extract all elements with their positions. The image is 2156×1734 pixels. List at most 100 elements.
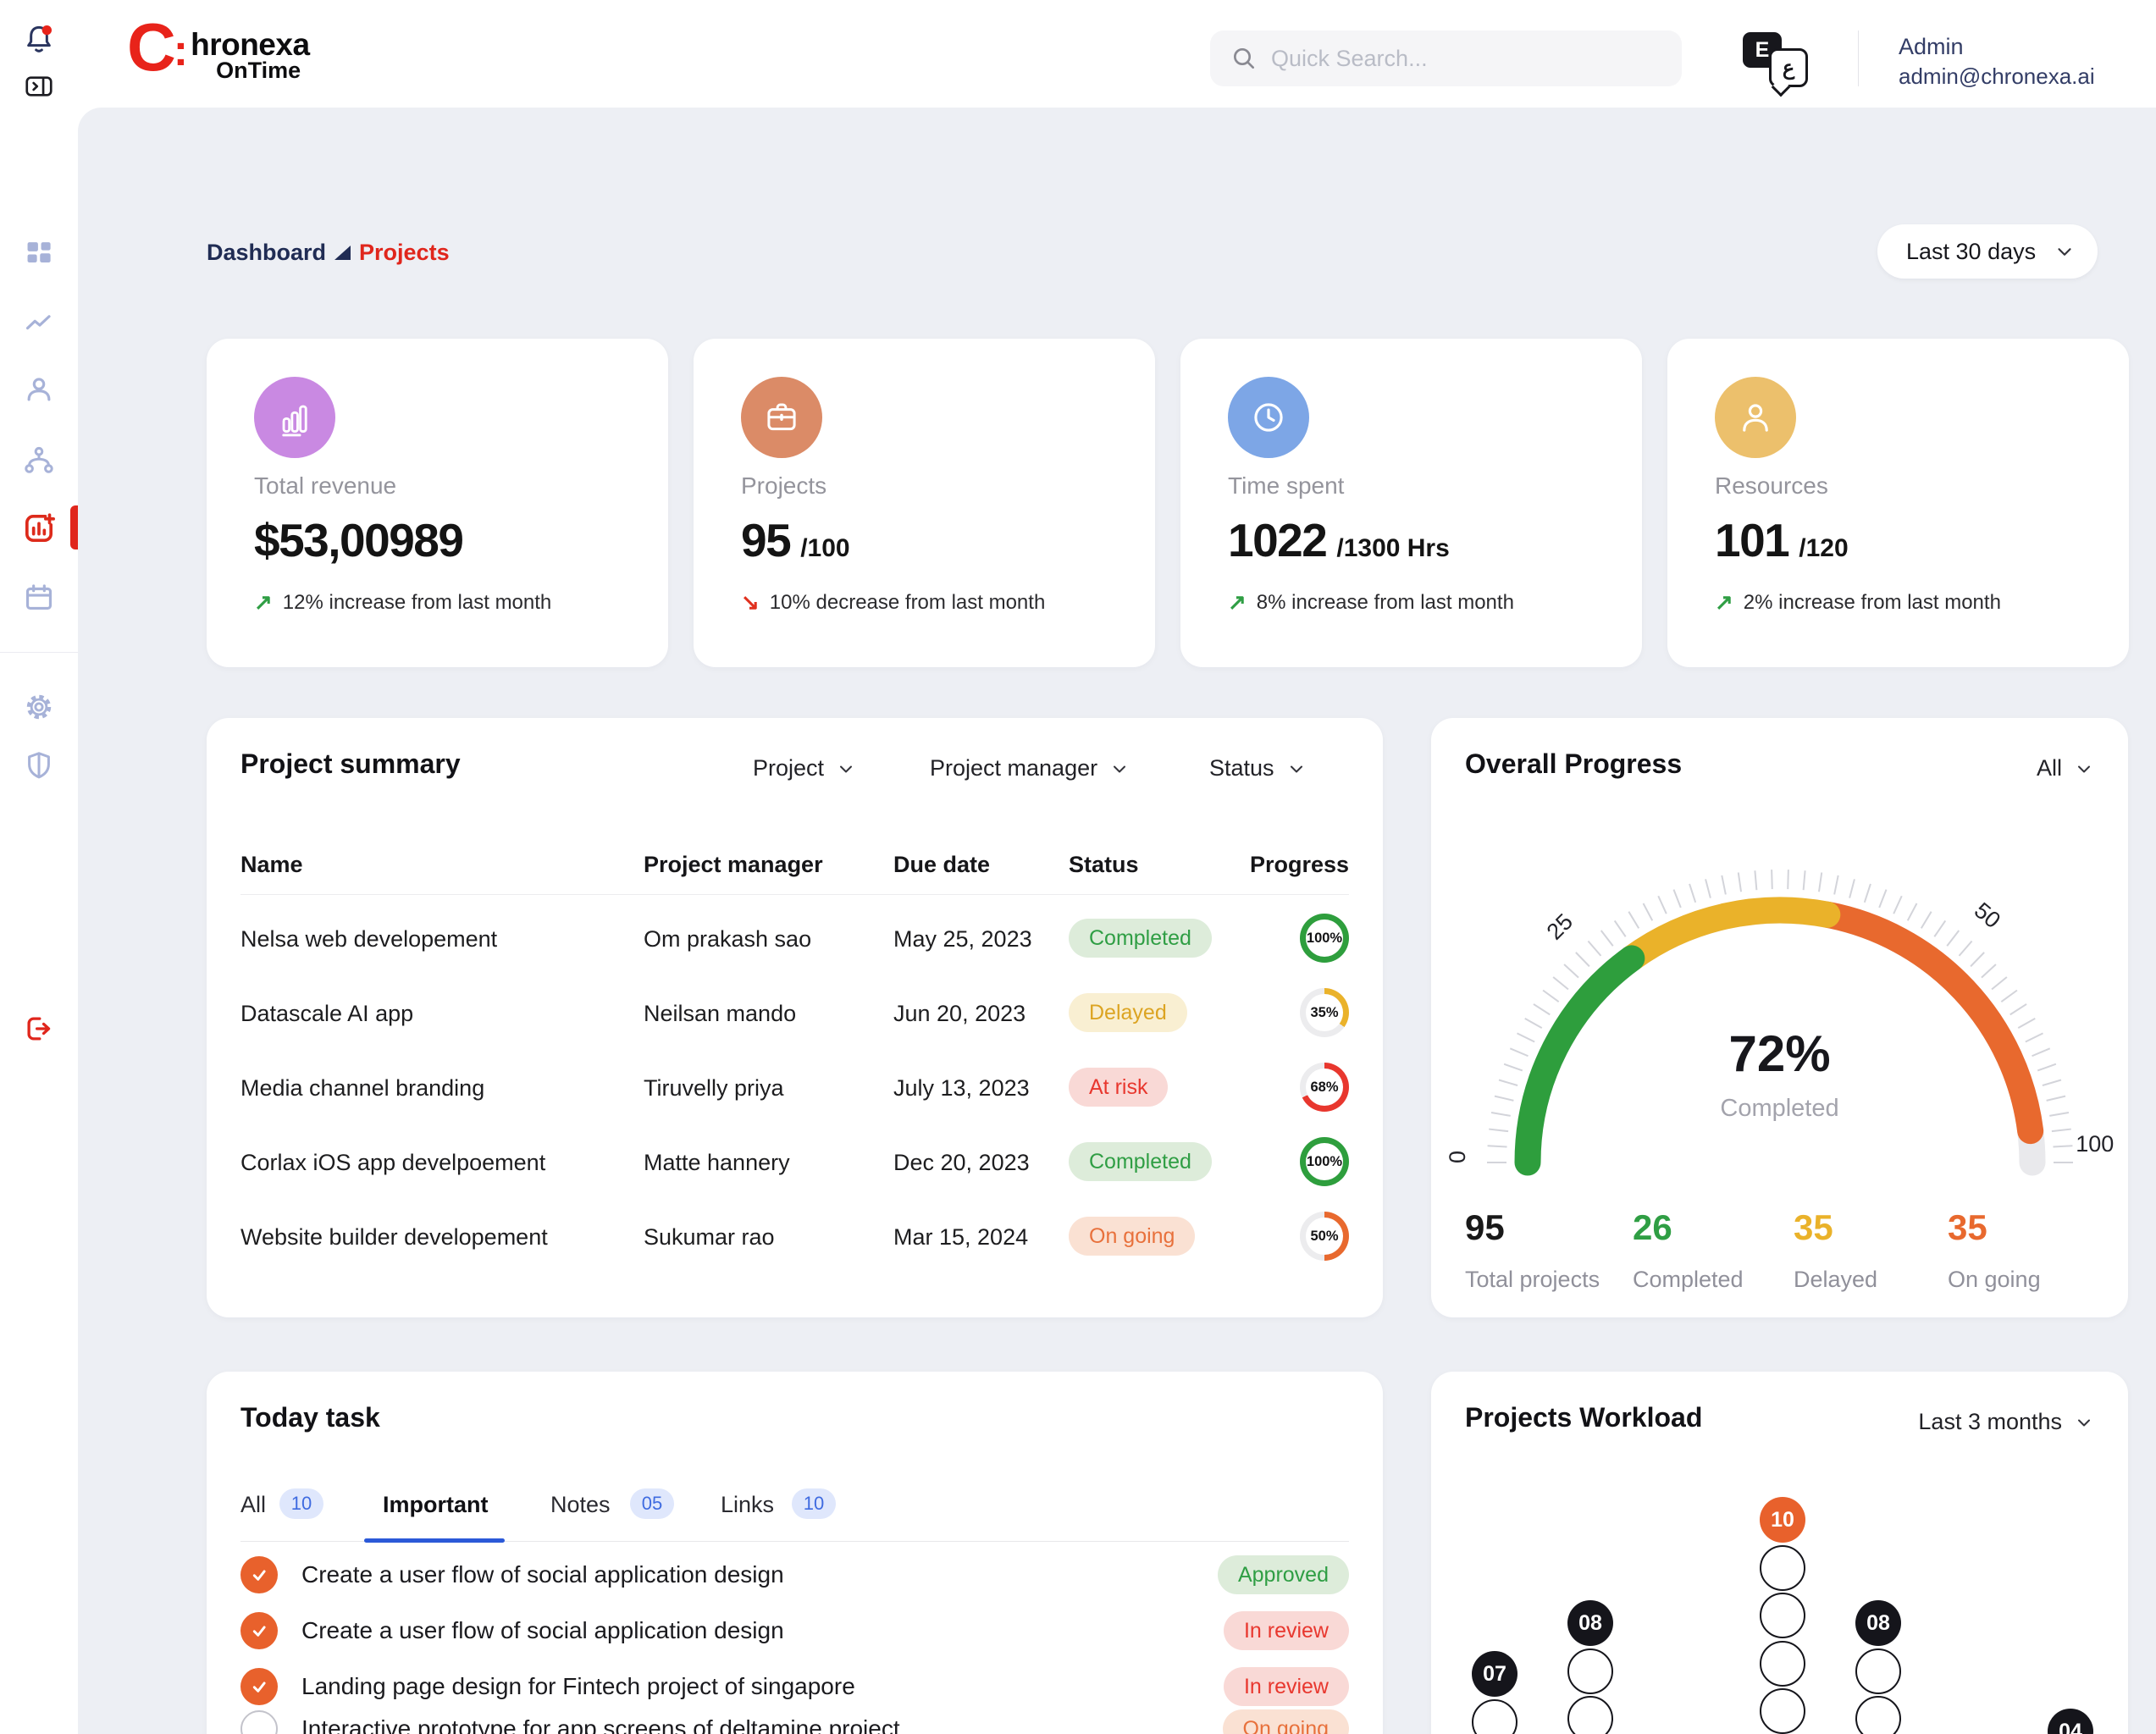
chevron-down-icon [2054,240,2076,262]
period-filter-dropdown[interactable]: Last 30 days [1877,224,2098,279]
briefcase-icon [762,398,801,437]
sidebar-item-analytics[interactable] [0,305,78,342]
language-switcher[interactable]: E ع [1743,30,1816,91]
task-checkbox[interactable] [240,1668,278,1705]
workload-bubble-value: 08 [1855,1600,1901,1646]
person-icon [23,373,55,406]
stat-suffix: /120 [1799,534,1848,563]
sidebar-item-dashboard[interactable] [0,234,78,271]
sidebar-item-add-report-active[interactable] [0,510,78,547]
sidebar-item-calendar[interactable] [0,578,78,616]
chevron-down-icon [836,759,856,779]
person-icon [1736,398,1775,437]
overall-stat-label: Total projects [1465,1267,1600,1293]
tab-all[interactable]: All [240,1492,266,1518]
gauge-value-label: Completed [1431,1095,2128,1123]
sidebar [0,0,78,1734]
status-badge: At risk [1069,1068,1168,1107]
filter-project[interactable]: Project [753,755,856,781]
stat-card-projects: Projects 95 /100 ↘ 10% decrease from las… [694,339,1155,667]
workload-bubble-value: 08 [1567,1600,1613,1646]
overall-progress-title: Overall Progress [1465,748,1682,780]
shield-icon [23,749,55,781]
svg-text:25: 25 [1542,908,1578,944]
stat-label: Resources [1715,472,1828,500]
stat-value: 101 [1715,513,1788,567]
user-info[interactable]: Admin admin@chronexa.ai [1899,32,2095,91]
collapse-panel-icon [23,70,55,102]
stat-value: 1022 [1228,513,1326,567]
overall-stat-value: 35 [1948,1207,1987,1248]
task-checkbox[interactable] [240,1710,278,1734]
overall-stat-label: Completed [1633,1267,1744,1293]
active-tab-indicator [364,1538,505,1543]
stat-label: Total revenue [254,472,396,500]
collapse-sidebar-button[interactable] [0,68,78,105]
progress-ring: 68% [1300,1063,1349,1112]
svg-text:100: 100 [2076,1131,2114,1157]
active-item-indicator [70,505,78,549]
search-input[interactable] [1271,46,1661,72]
tab-notes-count[interactable]: 05 [630,1488,674,1519]
workload-bubble [1760,1641,1805,1687]
chevron-down-icon [1286,759,1307,779]
tab-links[interactable]: Links [721,1492,774,1518]
workload-bubble [1760,1545,1805,1591]
trend-line-icon [23,307,55,340]
status-badge: Delayed [1069,993,1187,1032]
workload-bubble-value: 07 [1472,1651,1517,1697]
today-task-title: Today task [240,1402,380,1433]
sidebar-item-security[interactable] [0,747,78,784]
tab-all-count[interactable]: 10 [279,1488,323,1519]
notifications-button[interactable] [0,21,78,58]
overall-progress-card: Overall Progress All 0 25 50 100 72% Comple… [1431,718,2128,1317]
check-icon [248,1676,270,1698]
breadcrumb-dashboard[interactable]: Dashboard [207,240,326,266]
filter-status[interactable]: Status [1209,755,1307,781]
workload-bubble [1760,1688,1805,1734]
svg-text:50: 50 [1970,897,2005,933]
sidebar-divider [0,652,78,653]
progress-ring: 100% [1300,1137,1349,1186]
tab-notes[interactable]: Notes [550,1492,611,1518]
filter-project-manager[interactable]: Project manager [930,755,1130,781]
sidebar-item-settings[interactable] [0,688,78,726]
sidebar-item-hierarchy[interactable] [0,442,78,479]
user-name: Admin [1899,32,2095,62]
workload-bubble-value: 10 [1760,1497,1805,1543]
gear-icon [23,691,55,723]
table-header-divider [240,894,1349,895]
workload-bubble [1567,1648,1613,1694]
overall-stat-value: 26 [1633,1207,1672,1248]
workload-bubble-value: 04 [2048,1709,2093,1734]
clock-icon [1249,398,1288,437]
gauge-value: 72% [1431,1024,2128,1083]
logout-button[interactable] [0,1010,78,1047]
task-text: Create a user flow of social application… [301,1561,784,1588]
workload-bubble [1567,1696,1613,1734]
app-logo[interactable]: C : hronexa OnTime [127,19,310,82]
task-checkbox[interactable] [240,1556,278,1593]
workload-bubble [1472,1699,1517,1734]
svg-text:0: 0 [1445,1151,1470,1163]
stat-card-resources: Resources 101 /120 ↗ 2% increase from la… [1667,339,2129,667]
overall-filter-dropdown[interactable]: All [2037,755,2094,781]
trend-arrow-icon: ↗ [1228,589,1247,616]
status-badge: On going [1223,1709,1349,1734]
resources-icon-circle [1715,377,1796,458]
sidebar-item-users[interactable] [0,371,78,408]
column-header-progress: Progress [1250,852,1349,878]
progress-ring: 35% [1300,988,1349,1037]
stat-value: 95 [741,513,790,567]
column-header-manager: Project manager [644,852,823,878]
tab-important[interactable]: Important [383,1492,489,1518]
tab-links-count[interactable]: 10 [792,1488,836,1519]
stat-suffix: /100 [800,534,849,563]
language-secondary-bubble: ع [1769,48,1808,87]
overall-stat-value: 95 [1465,1207,1505,1248]
trend-arrow-icon: ↘ [741,589,760,616]
task-checkbox[interactable] [240,1612,278,1649]
stat-delta: 2% increase from last month [1744,591,2001,615]
stat-delta: 12% increase from last month [283,591,551,615]
breadcrumb-current: Projects [359,240,450,266]
